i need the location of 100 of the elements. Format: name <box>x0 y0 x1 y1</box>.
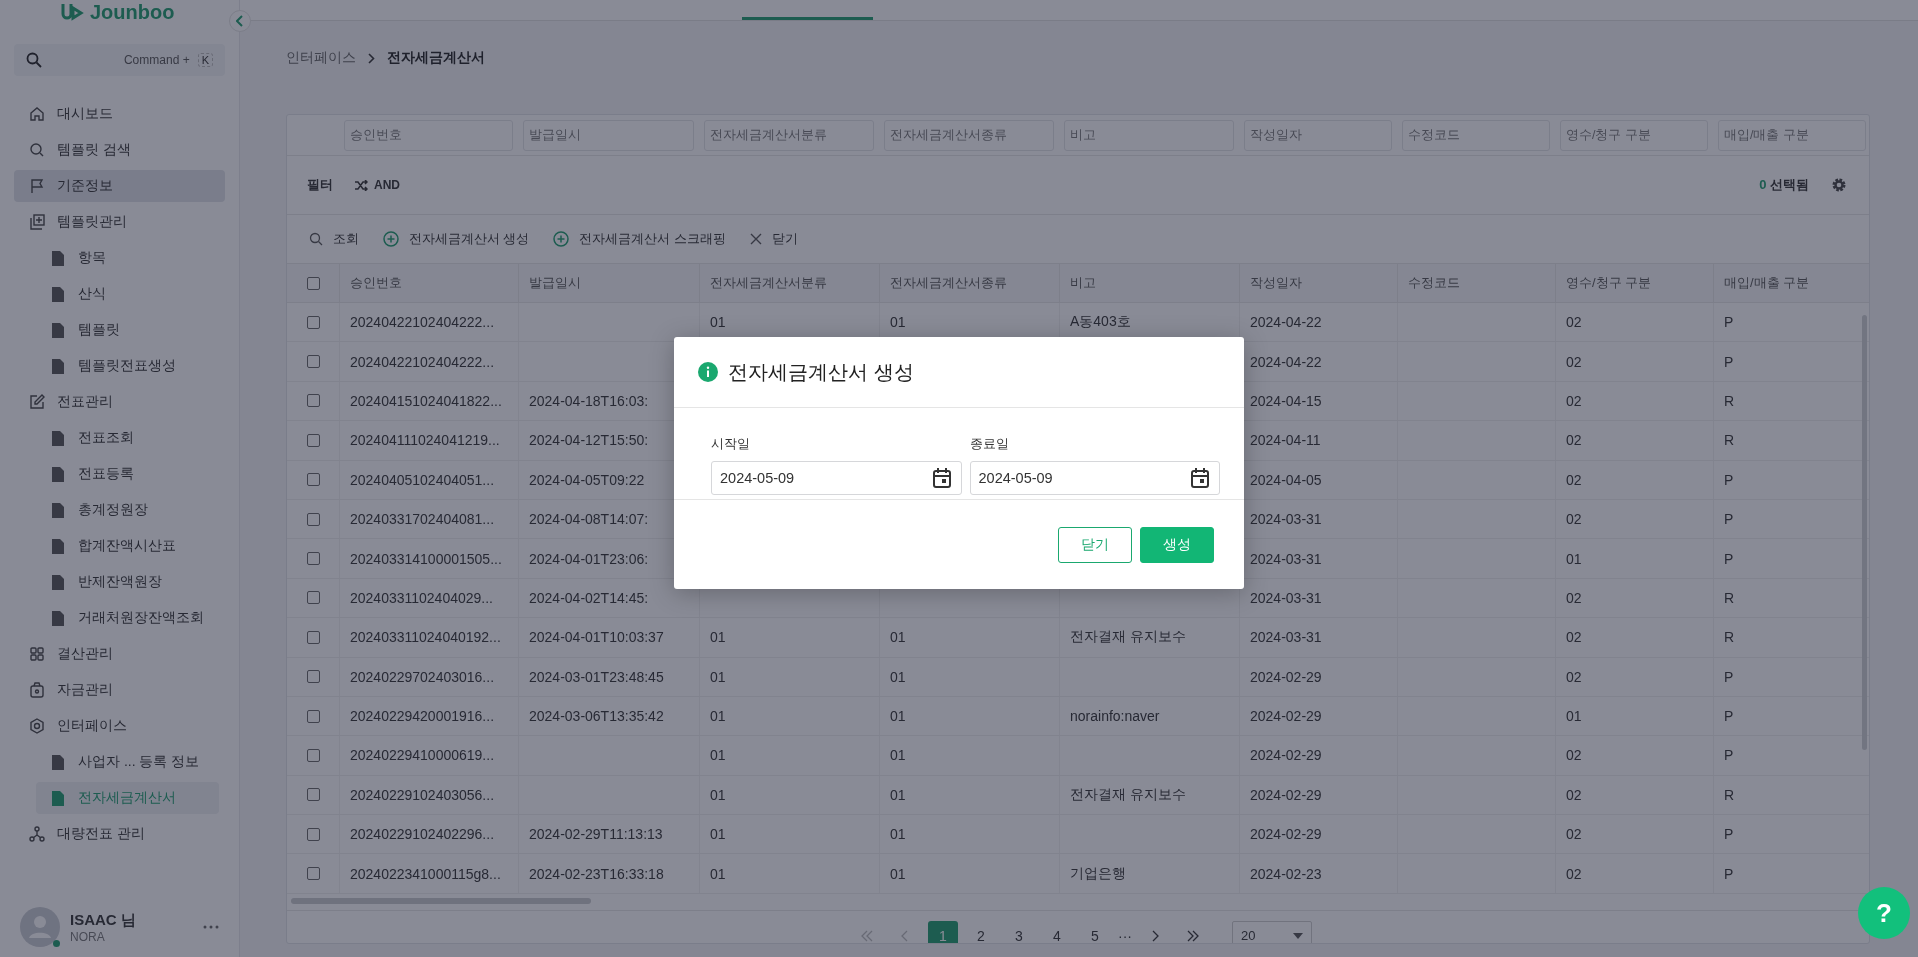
sidebar-item[interactable]: 자금관리 <box>14 674 225 706</box>
table-cell: 202404111024041219... <box>350 432 500 449</box>
toolbar-button[interactable]: 닫기 <box>749 230 798 248</box>
column-header[interactable]: 전자세금계산서종류 <box>879 264 1059 302</box>
table-cell: 01 <box>710 668 726 685</box>
row-checkbox[interactable] <box>306 355 320 369</box>
page-button[interactable]: 5 <box>1080 920 1110 943</box>
table-cell: 기업은행 <box>1070 864 1126 883</box>
sidebar-item[interactable]: 인터페이스 <box>14 710 225 742</box>
column-filter-field[interactable]: 매입/매출 구분 <box>1718 119 1866 151</box>
table-cell: 02 <box>1566 511 1582 528</box>
page-size-dropdown[interactable]: 20 <box>1232 921 1312 943</box>
column-header[interactable]: 승인번호 <box>339 264 518 302</box>
page-button[interactable]: 2 <box>966 920 996 943</box>
row-checkbox[interactable] <box>306 670 320 684</box>
column-header[interactable]: 전자세금계산서분류 <box>699 264 879 302</box>
date-field[interactable]: 2024-05-09 <box>711 461 962 495</box>
field-label: 종료일 <box>969 436 1010 453</box>
row-checkbox[interactable] <box>306 709 320 723</box>
row-checkbox[interactable] <box>306 315 320 329</box>
sidebar-item[interactable]: 템플릿관리 <box>14 206 225 238</box>
row-checkbox[interactable] <box>306 867 320 881</box>
column-filter-field[interactable]: 작성일자 <box>1244 119 1392 151</box>
column-filter-field[interactable]: 발급일시 <box>523 119 694 151</box>
row-checkbox[interactable] <box>306 630 320 644</box>
sidebar-item[interactable]: 템플릿 검색 <box>14 134 225 166</box>
toolbar-button[interactable]: 전자세금계산서 스크래핑 <box>553 230 726 248</box>
calendar-icon[interactable] <box>1191 468 1209 488</box>
more-icon[interactable] <box>203 925 219 929</box>
row-checkbox[interactable] <box>306 473 320 487</box>
sidebar-subitem[interactable]: 거래처원장잔액조회 <box>36 602 219 634</box>
sidebar-item[interactable]: 대량전표 관리 <box>14 818 225 850</box>
column-header[interactable]: 작성일자 <box>1239 264 1397 302</box>
calendar-icon[interactable] <box>932 468 951 488</box>
double-chevron-left-icon <box>860 929 874 942</box>
table-cell: 01 <box>710 629 726 646</box>
help-button[interactable]: ? <box>1858 887 1910 939</box>
table-cell: 01 <box>710 747 726 764</box>
select-all-checkbox[interactable] <box>306 276 320 290</box>
table-cell: 02 <box>1566 432 1582 449</box>
dialog-title: 전자세금계산서 생성 <box>728 359 914 385</box>
close-button[interactable]: 닫기 <box>1058 526 1132 563</box>
settings-icon[interactable] <box>1831 177 1847 193</box>
table-cell: P <box>1724 471 1734 488</box>
logic-toggle-button[interactable]: AND <box>355 178 400 192</box>
sidebar-item[interactable]: 결산관리 <box>14 638 225 670</box>
sidebar-subitem[interactable]: 템플릿 <box>36 314 219 346</box>
column-filter-field[interactable]: 전자세금계산서분류 <box>704 119 874 151</box>
sidebar-item[interactable]: 전표관리 <box>14 386 225 418</box>
sidebar-subitem[interactable]: 항목 <box>36 242 219 274</box>
page-button[interactable]: 1 <box>928 920 958 943</box>
row-checkbox[interactable] <box>306 512 320 526</box>
column-header[interactable]: 비고 <box>1059 264 1239 302</box>
document-icon <box>52 574 64 590</box>
column-header[interactable]: 매입/매출 구분 <box>1713 264 1869 302</box>
breadcrumb-link[interactable]: 인터페이스 <box>286 49 356 67</box>
table-cell: 01 <box>890 708 906 725</box>
row-checkbox[interactable] <box>306 433 320 447</box>
row-checkbox[interactable] <box>306 591 320 605</box>
column-filter-field[interactable]: 승인번호 <box>344 119 513 151</box>
table-cell: 01 <box>710 314 726 331</box>
sidebar-subitem[interactable]: 산식 <box>36 278 219 310</box>
column-filter-field[interactable]: 영수/청구 구분 <box>1560 119 1708 151</box>
sidebar-item[interactable]: 기준정보 <box>14 170 225 202</box>
table-cell: 01 <box>890 629 906 646</box>
collapse-button[interactable] <box>229 10 251 32</box>
page-button[interactable]: 4 <box>1042 920 1072 943</box>
network-icon <box>28 825 46 843</box>
column-header[interactable]: 영수/청구 구분 <box>1555 264 1713 302</box>
toolbar-button[interactable]: 전자세금계산서 생성 <box>383 230 530 248</box>
filter-label: 필터 <box>307 176 333 194</box>
row-checkbox[interactable] <box>306 749 320 762</box>
horizontal-scrollbar[interactable] <box>291 897 591 904</box>
sidebar-subitem[interactable]: 전표등록 <box>36 458 219 490</box>
column-filter-field[interactable]: 수정코드 <box>1402 119 1550 151</box>
sidebar-subitem[interactable]: 사업자 ... 등록 정보 <box>36 746 219 778</box>
sidebar-subitem[interactable]: 합계잔액시산표 <box>36 530 219 562</box>
sidebar-subitem[interactable]: 총계정원장 <box>36 494 219 526</box>
sidebar-item[interactable]: 대시보드 <box>14 98 225 130</box>
row-checkbox[interactable] <box>306 552 320 566</box>
template-icon <box>28 213 46 231</box>
table-cell: 2024-03-31 <box>1250 629 1322 646</box>
page-button[interactable]: 3 <box>1004 920 1034 943</box>
search-icon <box>28 141 46 159</box>
sidebar-subitem[interactable]: 전표조회 <box>36 422 219 454</box>
sidebar-subitem[interactable]: 템플릿전표생성 <box>36 350 219 382</box>
row-checkbox[interactable] <box>306 827 320 841</box>
row-checkbox[interactable] <box>306 394 320 408</box>
sidebar-subitem[interactable]: 반제잔액원장 <box>36 566 219 598</box>
create-button[interactable]: 생성 <box>1140 526 1214 563</box>
toolbar-button[interactable]: 조회 <box>309 230 359 248</box>
column-header[interactable]: 수정코드 <box>1397 264 1555 302</box>
table-cell: 2024-04-05 <box>1250 471 1322 488</box>
row-checkbox[interactable] <box>306 788 320 802</box>
date-field[interactable]: 2024-05-09 <box>969 461 1220 495</box>
table-cell: 01 <box>1566 708 1582 725</box>
column-header[interactable]: 발급일시 <box>518 264 699 302</box>
column-filter-field[interactable]: 전자세금계산서종류 <box>884 119 1054 151</box>
column-filter-field[interactable]: 비고 <box>1064 119 1234 151</box>
search-field[interactable]: Command + K <box>14 44 225 76</box>
